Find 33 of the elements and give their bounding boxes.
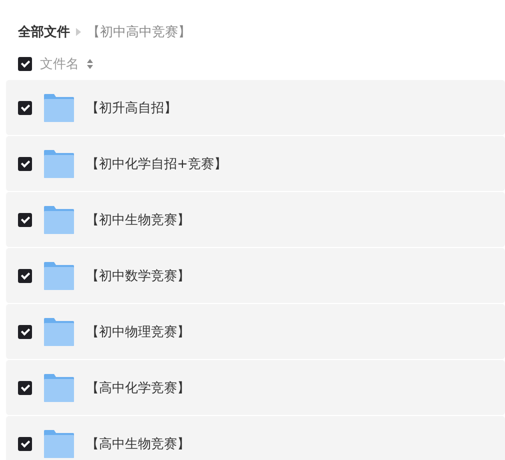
row-checkbox[interactable] bbox=[18, 324, 32, 338]
breadcrumb-link[interactable]: 全部文件 bbox=[18, 23, 70, 41]
folder-name: 【初中化学自招+竞赛】 bbox=[86, 156, 227, 172]
folder-icon bbox=[44, 150, 74, 178]
file-row[interactable]: 【初升高自招】 bbox=[6, 80, 505, 135]
folder-icon bbox=[44, 262, 74, 290]
folder-name: 【高中生物竞赛】 bbox=[86, 436, 190, 452]
file-row[interactable]: 【高中化学竞赛】 bbox=[6, 360, 505, 415]
file-row[interactable]: 【初中生物竞赛】 bbox=[6, 192, 505, 247]
folder-name: 【初中数学竞赛】 bbox=[86, 268, 190, 284]
folder-name: 【初升高自招】 bbox=[86, 100, 177, 116]
folder-icon bbox=[44, 318, 74, 346]
file-row[interactable]: 【初中物理竞赛】 bbox=[6, 304, 505, 359]
row-checkbox[interactable] bbox=[18, 100, 32, 114]
row-checkbox[interactable] bbox=[18, 268, 32, 282]
folder-icon bbox=[44, 94, 74, 122]
folder-icon bbox=[44, 374, 74, 402]
breadcrumb-link[interactable]: 【初中高中竞赛】 bbox=[87, 23, 191, 41]
file-row[interactable]: 【初中数学竞赛】 bbox=[6, 248, 505, 303]
row-checkbox[interactable] bbox=[18, 380, 32, 394]
folder-icon bbox=[44, 206, 74, 234]
select-all-checkbox[interactable] bbox=[18, 57, 32, 71]
row-checkbox[interactable] bbox=[18, 212, 32, 226]
file-row[interactable]: 【高中生物竞赛】 bbox=[6, 416, 505, 460]
sort-icon[interactable] bbox=[87, 59, 93, 69]
folder-icon bbox=[44, 430, 74, 458]
folder-name: 【初中生物竞赛】 bbox=[86, 212, 190, 228]
folder-name: 【高中化学竞赛】 bbox=[86, 380, 190, 396]
chevron-icon bbox=[76, 28, 81, 36]
row-checkbox[interactable] bbox=[18, 436, 32, 450]
file-row[interactable]: 【初中化学自招+竞赛】 bbox=[6, 136, 505, 191]
row-checkbox[interactable] bbox=[18, 156, 32, 170]
folder-name: 【初中物理竞赛】 bbox=[86, 324, 190, 340]
